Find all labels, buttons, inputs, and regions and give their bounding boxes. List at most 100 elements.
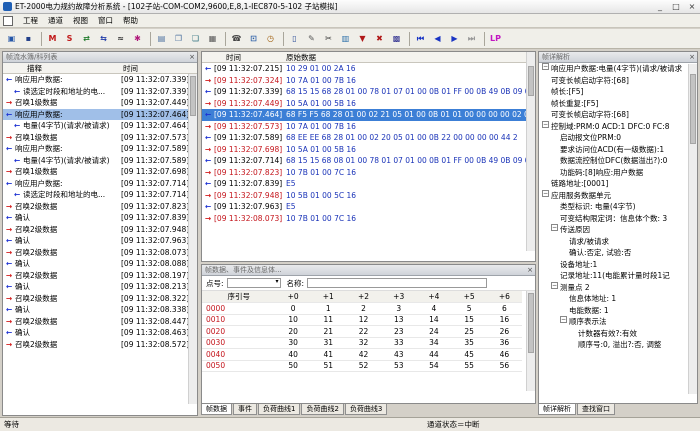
tree-node[interactable]: 顺序号:0, 溢出?:否, 调整 [539, 339, 697, 351]
grid-cell[interactable]: 11 [310, 314, 346, 326]
grid-cell[interactable]: 20 [275, 325, 311, 338]
tree-node[interactable]: 设备地址:1 [539, 259, 697, 271]
raw-data-row[interactable]: ← [09 11:32:07.339] 68 15 15 68 28 01 00 7… [202, 86, 535, 98]
tree-node[interactable]: − 顺序表示法 [539, 316, 697, 328]
floppy-icon[interactable]: ▪ [21, 31, 36, 46]
grid-cell[interactable]: 16 [486, 314, 522, 326]
tab-3[interactable]: 负荷曲线2 [301, 404, 344, 415]
frame-list-row[interactable]: ← 响应用户数据: [09 11:32:07.464] [3, 108, 197, 120]
raw-data-row[interactable]: → [09 11:32:07.698] 10 5A 01 00 5B 16 [202, 144, 535, 156]
point-select[interactable]: ▾ [226, 278, 281, 288]
edit-icon[interactable]: ✎ [304, 31, 319, 46]
grid-cell[interactable]: 42 [345, 348, 382, 361]
grid-cell[interactable]: 36 [486, 337, 522, 349]
collapse-toggle-icon[interactable]: − [551, 224, 558, 231]
s-icon[interactable]: S [62, 31, 77, 46]
grid-cell[interactable]: 46 [486, 348, 522, 361]
grid-header-cell[interactable]: +1 [310, 291, 346, 303]
frame-list-row[interactable]: → 召唤1级数据 [09 11:32:07.698] [3, 166, 197, 178]
grid-header-cell[interactable]: +2 [345, 291, 382, 303]
tree-node[interactable]: 记录地址:11(电能累计量时段1记 [539, 270, 697, 282]
grid-row-index[interactable]: 0030 [202, 337, 276, 349]
scroll-thumb[interactable] [190, 76, 196, 116]
grid-cell[interactable]: 54 [416, 360, 452, 372]
col-time[interactable]: 时间 [202, 52, 278, 62]
raw-data-scrollbar[interactable] [526, 52, 535, 251]
prev-icon[interactable]: ◀ [430, 31, 445, 46]
tree-node[interactable]: − 控制域:PRM:0 ACD:1 DFC:0 FC:8 [539, 120, 697, 133]
tree-node[interactable]: 数据流控制位DFC(数据溢出?):0 [539, 155, 697, 167]
frame-list-row[interactable]: → 召唤2级数据 [09 11:32:08.073] [3, 247, 197, 259]
col-desc[interactable]: 描释 [3, 63, 119, 73]
grid-header-cell[interactable]: +3 [381, 291, 417, 303]
grid-cell[interactable]: 26 [486, 325, 522, 338]
tree-node[interactable]: 电能数据: 1 [539, 305, 697, 317]
grid-cell[interactable]: 5 [451, 302, 487, 315]
collapse-toggle-icon[interactable]: − [542, 189, 549, 197]
phone-icon[interactable]: ☎ [229, 31, 244, 46]
delete-icon[interactable]: ✖ [372, 31, 387, 46]
grid-cell[interactable]: 23 [381, 325, 417, 338]
cut-icon[interactable]: ✂ [321, 31, 336, 46]
tree-node[interactable]: 可变长帧启动字符:[68] [539, 109, 697, 121]
col-raw[interactable]: 原始数据 [278, 52, 316, 62]
grid-cell[interactable]: 0 [275, 302, 311, 315]
grid-cell[interactable]: 14 [416, 314, 452, 326]
grid-cell[interactable]: 45 [451, 348, 487, 361]
grid-cell[interactable]: 32 [345, 337, 382, 349]
raw-data-row[interactable]: → [09 11:32:07.324] 10 7A 01 00 7B 16 [202, 75, 535, 87]
tree-node[interactable]: 信息体地址: 1 [539, 293, 697, 305]
tree-node[interactable]: 功能码:[8]响应:用户数据 [539, 167, 697, 179]
grid-header-cell[interactable]: +0 [275, 291, 311, 303]
tree-node[interactable]: 帧长:[F5] [539, 86, 697, 98]
grid-cell[interactable]: 31 [310, 337, 346, 349]
frame-list-row[interactable]: ← 确认 [09 11:32:08.338] [3, 304, 197, 316]
tab-2[interactable]: 负荷曲线1 [258, 404, 301, 415]
color-icon[interactable]: ✱ [130, 31, 145, 46]
frame-list-row[interactable]: ← 确认 [09 11:32:08.213] [3, 281, 197, 293]
frame-list-row[interactable]: ← 响应用户数据: [09 11:32:07.339] [3, 74, 197, 86]
grid-header-cell[interactable]: +6 [486, 291, 522, 303]
grid-cell[interactable]: 2 [345, 302, 382, 315]
collapse-toggle-icon[interactable]: − [560, 316, 567, 323]
tree-node[interactable]: 帧长重复:[F5] [539, 98, 697, 110]
doc-icon[interactable]: ▤ [154, 31, 169, 46]
tree-node[interactable]: 计数器有效?:有效 [539, 328, 697, 340]
frame-list-scrollbar[interactable] [188, 74, 197, 404]
close-icon[interactable]: × [525, 265, 535, 275]
swap-icon[interactable]: ⇄ [79, 31, 94, 46]
grid-cell[interactable]: 40 [275, 348, 311, 361]
grid-cell[interactable]: 3 [381, 302, 417, 315]
menu-view[interactable]: 视图 [68, 15, 93, 26]
frame-list-row[interactable]: ← 电量(4字节)(请求/被请求) [09 11:32:07.464] [3, 120, 197, 132]
tree-node[interactable]: 要求访问位ACD(有一级数据):1 [539, 144, 697, 156]
frame-list-row[interactable]: ← 确认 [09 11:32:07.963] [3, 235, 197, 247]
tab-1[interactable]: 事件 [233, 404, 257, 415]
tree-node[interactable]: 链路地址:[0001] [539, 178, 697, 190]
frame-list-row[interactable]: ← 确认 [09 11:32:07.839] [3, 212, 197, 224]
menu-project[interactable]: 工程 [18, 15, 43, 26]
collapse-toggle-icon[interactable]: − [551, 281, 558, 289]
raw-data-row[interactable]: ← [09 11:32:07.839] E5 [202, 178, 535, 190]
document-icon[interactable] [3, 15, 13, 26]
scroll-thumb[interactable] [528, 293, 534, 353]
frame-list-row[interactable]: → 召唤2级数据 [09 11:32:07.948] [3, 224, 197, 236]
grid-scrollbar[interactable] [526, 291, 535, 391]
tree-node[interactable]: − 响应用户数据:电量(4字节)(请求/被请求 [539, 63, 697, 75]
grid-cell[interactable]: 50 [275, 360, 311, 372]
grid-cell[interactable]: 53 [381, 360, 417, 372]
grid-row-index[interactable]: 0050 [202, 360, 276, 372]
grid-cell[interactable]: 51 [310, 360, 346, 372]
clock-icon[interactable]: ◷ [263, 31, 278, 46]
grid-row-index[interactable]: 0010 [202, 314, 276, 326]
tree-node[interactable]: 请求/被请求 [539, 236, 697, 248]
raw-data-row[interactable]: → [09 11:32:07.573] 10 7A 01 00 7B 16 [202, 121, 535, 133]
frame-list-row[interactable]: → 召唤2级数据 [09 11:32:08.197] [3, 270, 197, 282]
first-icon[interactable]: ⏮ [413, 31, 428, 46]
grid-cell[interactable]: 35 [451, 337, 487, 349]
raw-data-row[interactable]: ← [09 11:32:07.215] 10 29 01 00 2A 16 [202, 63, 535, 75]
grid-icon[interactable]: ▩ [389, 31, 404, 46]
minimize-button[interactable]: _ [652, 1, 668, 13]
m-icon[interactable]: M [45, 31, 60, 46]
frame-list-row[interactable]: ← 响应用户数据: [09 11:32:07.714] [3, 178, 197, 190]
